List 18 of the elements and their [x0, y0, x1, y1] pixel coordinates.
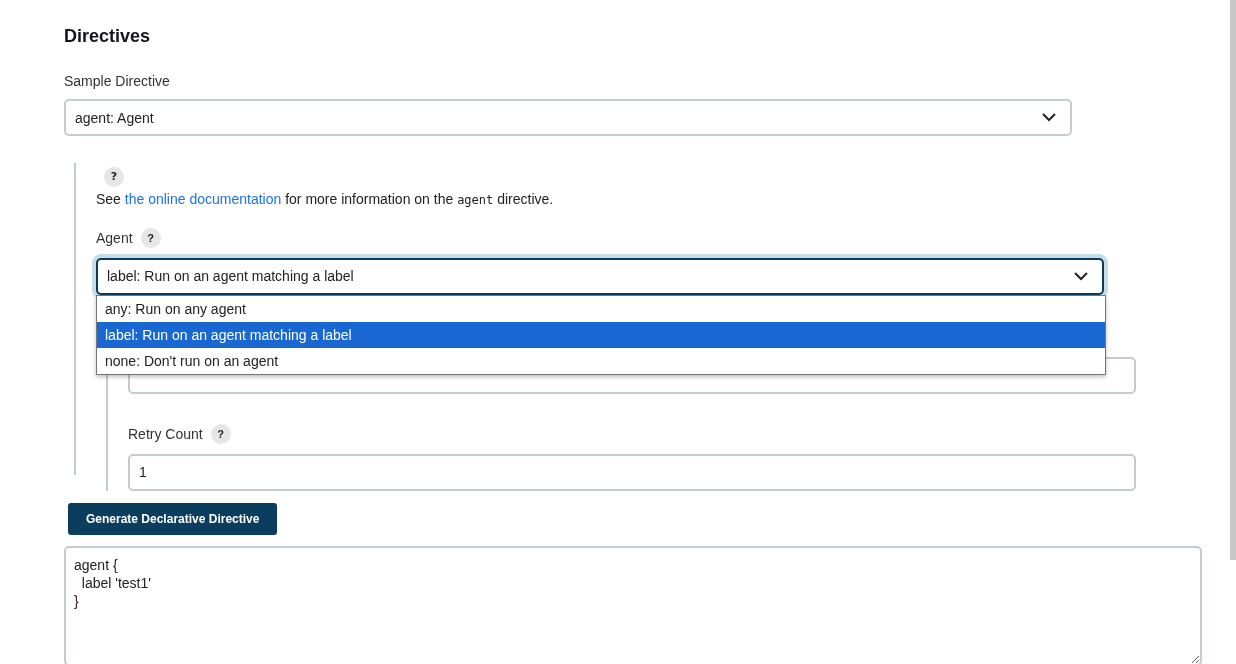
help-text: See the online documentation for more information on the agent directive.	[96, 190, 555, 207]
field-label: Agent	[96, 229, 133, 246]
generate-button[interactable]: Generate Declarative Directive	[68, 503, 278, 535]
output-textarea[interactable]: agent { label 'test1' }	[64, 546, 1202, 664]
help-icon[interactable]: ?	[140, 227, 161, 248]
field-label: Sample Directive	[64, 73, 170, 89]
section-heading: Directives	[64, 26, 152, 47]
documentation-link[interactable]: the online documentation	[124, 190, 282, 207]
help-icon[interactable]: ?	[210, 423, 231, 444]
retry-count-field[interactable]: 1	[128, 453, 1136, 491]
field-label: Retry Count	[128, 425, 203, 442]
chevron-down-icon	[1042, 113, 1056, 122]
dropdown-option[interactable]: label: Run on an agent matching a label	[97, 321, 1105, 348]
help-icon[interactable]: ?	[104, 166, 124, 187]
directive-select[interactable]: agent: Agent	[64, 99, 1072, 136]
dropdown-option[interactable]: any: Run on any agent	[97, 295, 1105, 322]
chevron-down-icon	[1074, 271, 1088, 281]
dropdown-option[interactable]: none: Don't run on an agent	[97, 347, 1105, 374]
